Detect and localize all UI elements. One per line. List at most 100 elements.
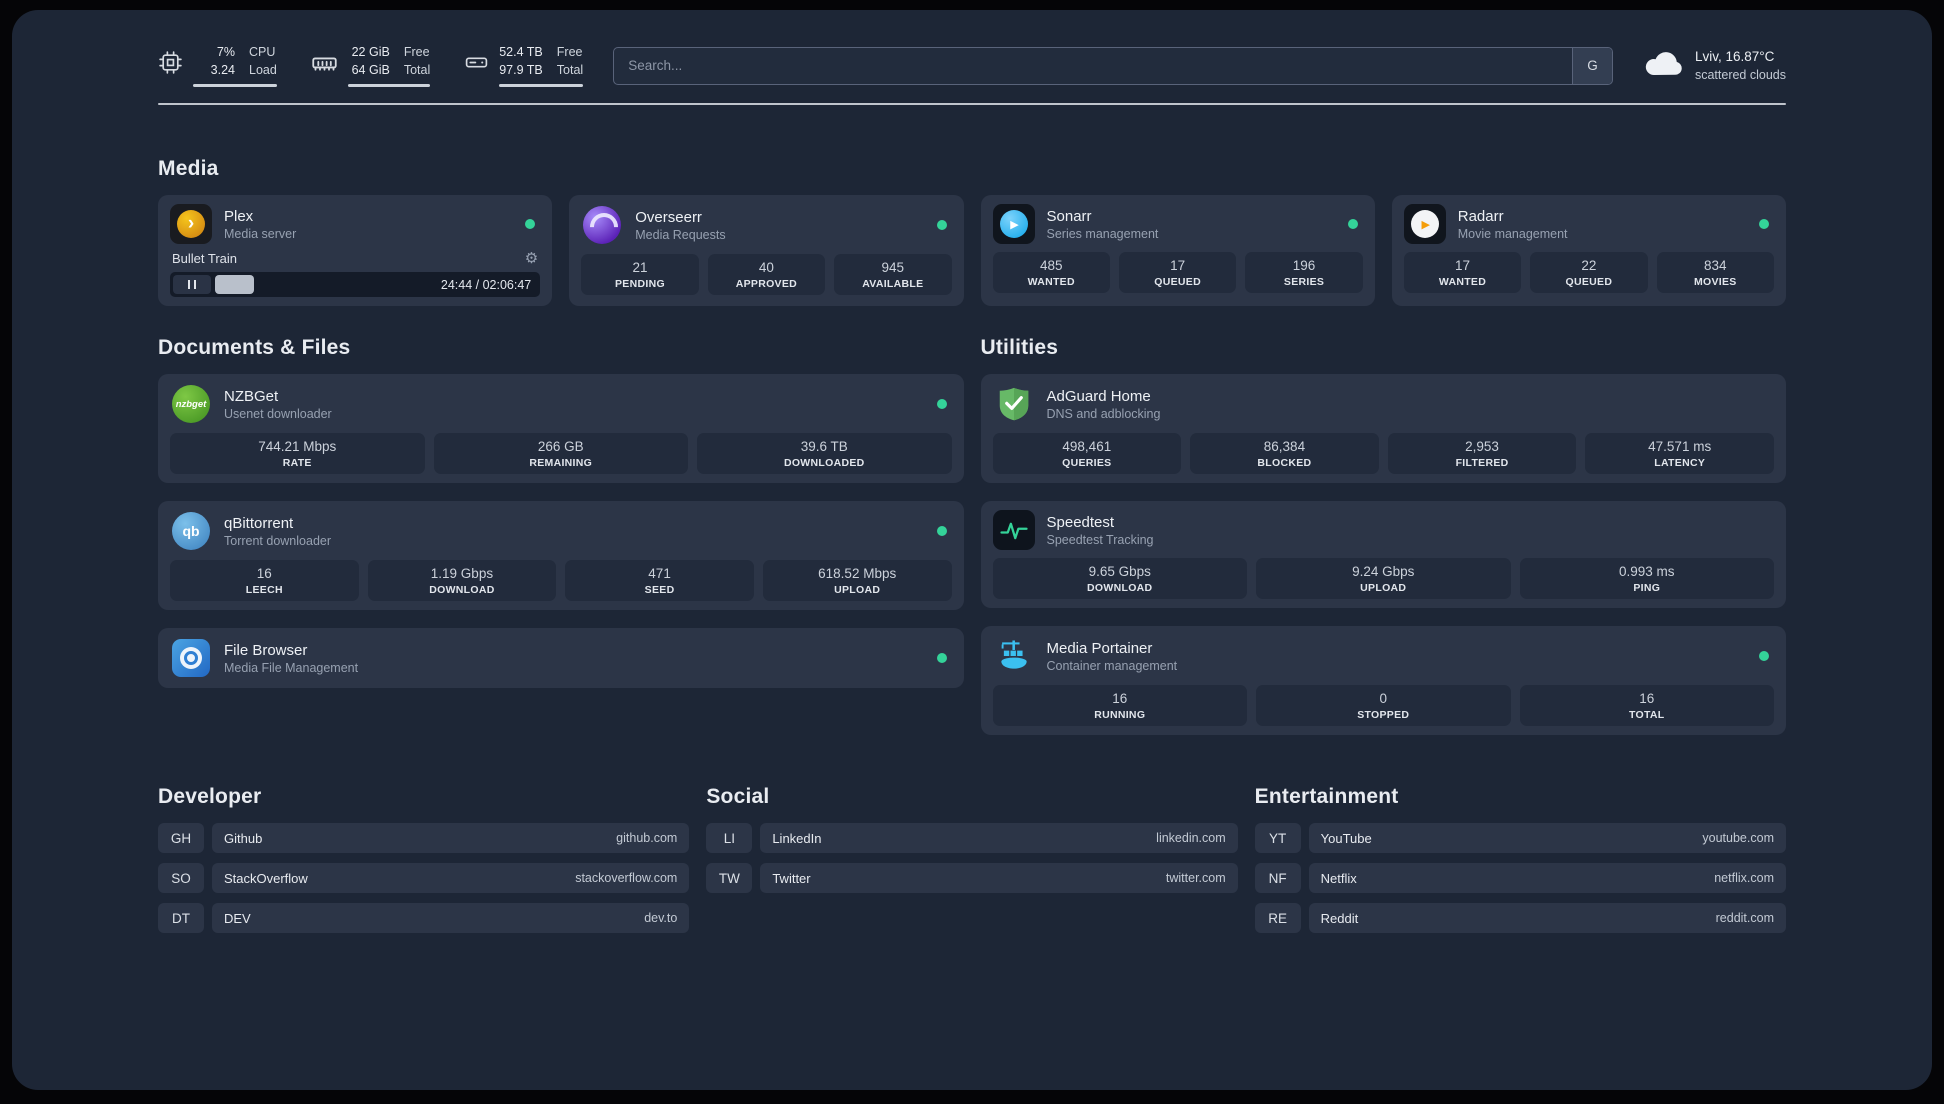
service-subtitle: Torrent downloader bbox=[224, 533, 332, 548]
stat-value: 834 bbox=[1704, 258, 1727, 273]
bookmark-link[interactable]: Netflix netflix.com bbox=[1308, 863, 1786, 893]
cpu-bar bbox=[193, 84, 277, 87]
bookmark-link[interactable]: Reddit reddit.com bbox=[1308, 903, 1786, 933]
adguard-icon bbox=[993, 383, 1035, 425]
stat-label: SERIES bbox=[1283, 276, 1325, 288]
stat-value: 266 GB bbox=[537, 439, 584, 454]
service-card-overseerr[interactable]: Overseerr Media Requests 21 PENDING 40 A… bbox=[569, 195, 964, 306]
bookmark-abbr: RE bbox=[1254, 903, 1301, 933]
section-title-utilities: Utilities bbox=[980, 336, 1059, 359]
section-media: Media › Plex Media server Bullet Train ⚙ bbox=[158, 157, 1786, 306]
service-card-filebrowser[interactable]: File Browser Media File Management bbox=[158, 628, 964, 688]
bookmark-link[interactable]: DEV dev.to bbox=[212, 903, 690, 933]
service-name: File Browser bbox=[224, 641, 308, 659]
bookmark-name: Twitter bbox=[772, 870, 811, 886]
weather-condition: scattered clouds bbox=[1694, 68, 1786, 83]
qbittorrent-icon: qb bbox=[170, 510, 212, 552]
pause-button[interactable] bbox=[173, 275, 211, 294]
service-name: AdGuard Home bbox=[1046, 387, 1151, 405]
portainer-icon bbox=[993, 635, 1035, 677]
bookmark-link[interactable]: Twitter twitter.com bbox=[760, 863, 1238, 893]
service-subtitle: Media File Management bbox=[224, 660, 359, 675]
service-name: NZBGet bbox=[224, 387, 279, 405]
stat-label: MOVIES bbox=[1693, 276, 1737, 288]
section-social: Social LI LinkedIn linkedin.com TW Twitt… bbox=[706, 785, 1238, 893]
service-card-portainer[interactable]: Media Portainer Container management 16 … bbox=[980, 626, 1786, 735]
bookmark-url: stackoverflow.com bbox=[575, 871, 678, 885]
service-card-qbittorrent[interactable]: qb qBittorrent Torrent downloader 16 LEE… bbox=[158, 501, 964, 610]
bookmark-link[interactable]: Github github.com bbox=[212, 823, 690, 853]
stat-value: 2,953 bbox=[1465, 439, 1499, 454]
stat-box: 40 APPROVED bbox=[707, 254, 826, 295]
stat-label: UPLOAD bbox=[834, 584, 881, 596]
stat-box: 471 SEED bbox=[565, 560, 754, 601]
stat-label: WANTED bbox=[1438, 276, 1487, 288]
bookmark-link[interactable]: StackOverflow stackoverflow.com bbox=[212, 863, 690, 893]
search-input[interactable] bbox=[614, 47, 1572, 84]
bookmark-abbr: GH bbox=[158, 823, 204, 853]
search-provider-button[interactable]: G bbox=[1571, 47, 1612, 84]
service-name: Radarr bbox=[1457, 207, 1504, 225]
service-subtitle: Usenet downloader bbox=[224, 406, 332, 421]
service-subtitle: Media Requests bbox=[635, 227, 726, 242]
stat-label: DOWNLOAD bbox=[1087, 582, 1153, 594]
cpu-load-value: 3.24 bbox=[210, 62, 235, 77]
now-playing-title: Bullet Train bbox=[172, 251, 238, 266]
stat-box: 47.571 ms LATENCY bbox=[1585, 433, 1774, 474]
status-dot bbox=[936, 399, 947, 409]
service-name: Plex bbox=[224, 207, 254, 225]
disk-icon bbox=[464, 44, 489, 75]
cpu-label: CPU bbox=[249, 45, 276, 59]
section-developer: Developer GH Github github.com SO StackO… bbox=[158, 785, 690, 933]
bookmark-url: netflix.com bbox=[1714, 871, 1774, 885]
status-dot bbox=[1759, 219, 1769, 229]
stat-box: 1.19 Gbps DOWNLOAD bbox=[367, 560, 557, 601]
gear-icon[interactable]: ⚙ bbox=[525, 251, 538, 266]
radarr-icon: ▶ bbox=[1403, 204, 1446, 244]
stat-label: REMAINING bbox=[529, 457, 593, 469]
stat-value: 16 bbox=[256, 566, 272, 581]
service-card-nzbget[interactable]: nzbget NZBGet Usenet downloader 744.21 M… bbox=[158, 374, 964, 483]
service-name: qBittorrent bbox=[224, 514, 294, 532]
section-documents: Documents & Files nzbget NZBGet Usenet d… bbox=[158, 336, 964, 688]
stat-box: 16 RUNNING bbox=[992, 685, 1247, 726]
media-player-bar: 24:44 / 02:06:47 bbox=[170, 272, 541, 297]
bookmark-url: twitter.com bbox=[1165, 871, 1226, 885]
stat-value: 21 bbox=[632, 260, 648, 275]
stat-box: 21 PENDING bbox=[581, 254, 699, 295]
bookmark-github[interactable]: GH Github github.com bbox=[158, 823, 690, 853]
section-entertainment: Entertainment YT YouTube youtube.com NF … bbox=[1254, 785, 1786, 933]
disk-widget: 52.4 TB 97.9 TB Free Total bbox=[464, 44, 584, 87]
stat-value: 47.571 ms bbox=[1648, 439, 1712, 454]
stat-value: 9.65 Gbps bbox=[1088, 564, 1151, 579]
stat-value: 22 bbox=[1581, 258, 1597, 273]
playback-time: 24:44 / 02:06:47 bbox=[440, 277, 532, 292]
section-title-media: Media bbox=[158, 157, 219, 180]
stat-label: RATE bbox=[282, 457, 312, 469]
service-card-adguard[interactable]: AdGuard Home DNS and adblocking 498,461 … bbox=[980, 374, 1786, 483]
service-card-speedtest[interactable]: Speedtest Speedtest Tracking 9.65 Gbps D… bbox=[980, 501, 1786, 608]
bookmark-name: YouTube bbox=[1320, 830, 1372, 846]
bookmark-stackoverflow[interactable]: SO StackOverflow stackoverflow.com bbox=[158, 863, 690, 893]
sonarr-icon: ▶ bbox=[992, 204, 1035, 244]
service-card-sonarr[interactable]: ▶ Sonarr Series management 485 WANTED 17… bbox=[980, 195, 1375, 306]
stat-value: 40 bbox=[758, 260, 774, 275]
service-name: Media Portainer bbox=[1046, 639, 1153, 657]
status-dot bbox=[936, 653, 947, 663]
bookmark-linkedin[interactable]: LI LinkedIn linkedin.com bbox=[706, 823, 1238, 853]
service-card-radarr[interactable]: ▶ Radarr Movie management 17 WANTED 22 Q… bbox=[1391, 195, 1786, 306]
service-card-plex[interactable]: › Plex Media server Bullet Train ⚙ 24:44… bbox=[158, 195, 553, 306]
bookmark-link[interactable]: LinkedIn linkedin.com bbox=[760, 823, 1238, 853]
stat-box: 266 GB REMAINING bbox=[433, 433, 688, 474]
stat-label: QUEUED bbox=[1154, 276, 1201, 288]
seek-track[interactable] bbox=[215, 275, 433, 294]
service-subtitle: Container management bbox=[1046, 658, 1178, 673]
bookmark-youtube[interactable]: YT YouTube youtube.com bbox=[1254, 823, 1786, 853]
bookmark-dev[interactable]: DT DEV dev.to bbox=[158, 903, 690, 933]
bookmark-netflix[interactable]: NF Netflix netflix.com bbox=[1254, 863, 1786, 893]
service-name: Speedtest bbox=[1046, 513, 1115, 531]
bookmark-twitter[interactable]: TW Twitter twitter.com bbox=[706, 863, 1238, 893]
bookmark-link[interactable]: YouTube youtube.com bbox=[1308, 823, 1786, 853]
bookmark-reddit[interactable]: RE Reddit reddit.com bbox=[1254, 903, 1786, 933]
service-subtitle: Media server bbox=[224, 226, 297, 241]
